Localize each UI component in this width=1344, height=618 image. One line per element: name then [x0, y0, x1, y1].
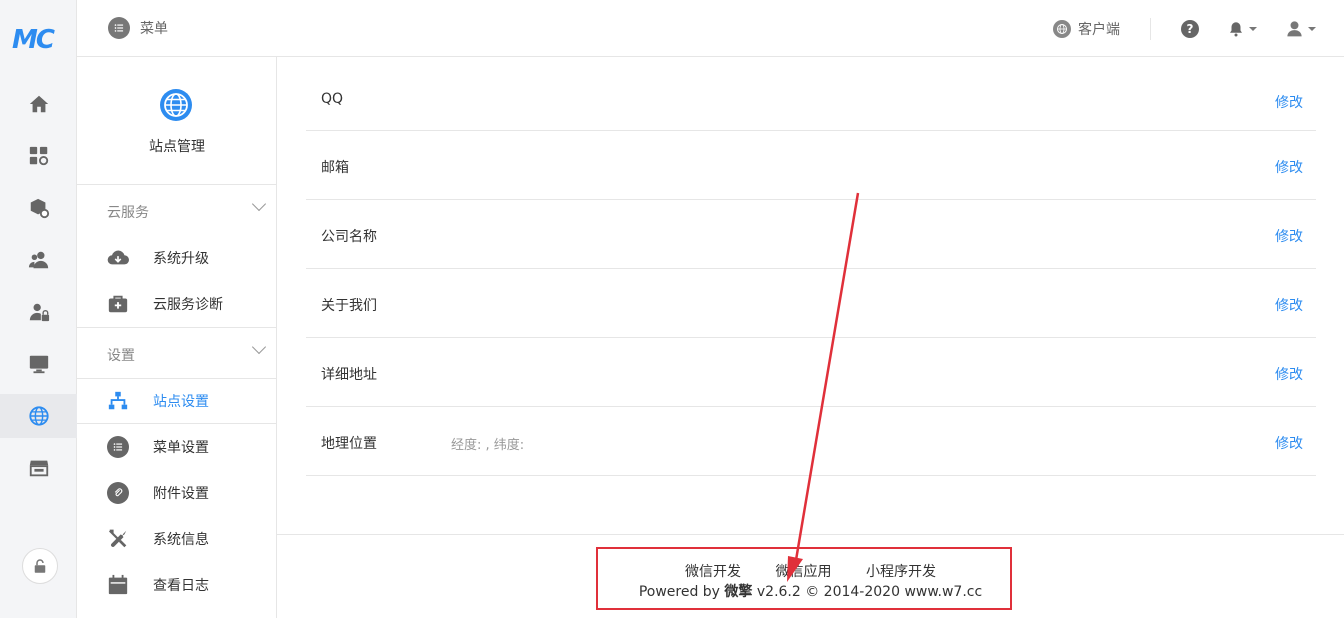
- bell-icon: [1230, 21, 1242, 36]
- sidebar-item-attachment-settings[interactable]: 附件设置: [77, 470, 276, 516]
- chevron-down-icon: [1249, 26, 1257, 31]
- list-icon: [107, 436, 129, 458]
- setting-key: 地理位置: [321, 436, 377, 452]
- site-header: 站点管理: [77, 57, 276, 185]
- globe-icon[interactable]: [0, 394, 77, 438]
- site-title: 站点管理: [149, 139, 205, 155]
- client-link[interactable]: 客户端: [1053, 17, 1151, 40]
- edit-link[interactable]: 修改: [1275, 157, 1303, 177]
- cloud-download-icon: [107, 247, 129, 269]
- lock-icon[interactable]: [22, 548, 58, 584]
- secondary-sidebar: 站点管理 云服务 系统升级 云服务诊断 设置 站点设置 菜单设置 附件设置 系统…: [77, 57, 277, 618]
- question-icon: ?: [1181, 19, 1199, 38]
- menu-toggle[interactable]: 菜单: [108, 17, 168, 39]
- user-lock-icon[interactable]: [0, 290, 77, 334]
- store-icon[interactable]: [0, 446, 77, 490]
- sidebar-item-label: 站点设置: [153, 394, 209, 410]
- paperclip-icon: [107, 482, 129, 504]
- group-title: 设置: [107, 348, 135, 364]
- sidebar-item-site-settings[interactable]: 站点设置: [77, 378, 276, 424]
- user-menu-button[interactable]: [1285, 19, 1316, 38]
- calendar-icon: [107, 574, 129, 596]
- medical-kit-icon: [107, 293, 129, 315]
- setting-key: 关于我们: [321, 298, 377, 314]
- group-cloud-service[interactable]: 云服务: [77, 185, 276, 235]
- edit-link[interactable]: 修改: [1275, 226, 1303, 246]
- sitemap-icon: [107, 390, 129, 412]
- user-icon: [1287, 21, 1302, 37]
- sidebar-item-system-upgrade[interactable]: 系统升级: [77, 235, 276, 281]
- site-settings-panel: QQ 修改 邮箱 修改 公司名称 修改 关于我们 修改 详细地址 修改 地理位置…: [277, 57, 1344, 535]
- setting-key: 邮箱: [321, 160, 349, 176]
- annotation-highlight-box: [596, 547, 1012, 610]
- chevron-down-icon: [1308, 26, 1316, 31]
- sidebar-item-label: 附件设置: [153, 486, 209, 502]
- setting-value: 经度: , 纬度:: [451, 438, 525, 453]
- list-icon: [108, 17, 130, 39]
- users-icon[interactable]: [0, 238, 77, 282]
- apps-icon[interactable]: [0, 134, 77, 178]
- sidebar-item-label: 系统升级: [153, 251, 209, 267]
- top-right-actions: 客户端 ?: [1053, 0, 1344, 57]
- sidebar-item-menu-settings[interactable]: 菜单设置: [77, 424, 276, 470]
- edit-link[interactable]: 修改: [1275, 433, 1303, 453]
- sidebar-item-label: 菜单设置: [153, 440, 209, 456]
- client-label: 客户端: [1078, 21, 1120, 38]
- settings-row-email: 邮箱 修改: [306, 131, 1316, 200]
- edit-link[interactable]: 修改: [1275, 92, 1303, 112]
- module-settings-icon[interactable]: [0, 186, 77, 230]
- monitor-icon[interactable]: [0, 342, 77, 386]
- globe-icon: [1053, 19, 1071, 38]
- sidebar-item-label: 云服务诊断: [153, 297, 223, 313]
- setting-key: 公司名称: [321, 229, 377, 245]
- globe-icon: [160, 89, 192, 121]
- home-icon[interactable]: [0, 82, 77, 126]
- settings-row-company-name: 公司名称 修改: [306, 200, 1316, 269]
- settings-row-address: 详细地址 修改: [306, 338, 1316, 407]
- sidebar-item-label: 查看日志: [153, 578, 209, 594]
- group-settings[interactable]: 设置: [77, 328, 276, 378]
- sidebar-item-label: 系统信息: [153, 532, 209, 548]
- sidebar-item-cloud-diagnosis[interactable]: 云服务诊断: [77, 281, 276, 327]
- sidebar-item-system-info[interactable]: 系统信息: [77, 516, 276, 562]
- icon-rail: MC: [0, 0, 77, 618]
- edit-link[interactable]: 修改: [1275, 364, 1303, 384]
- chevron-down-icon: [251, 339, 267, 355]
- settings-row-location: 地理位置 经度: , 纬度: 修改: [306, 407, 1316, 476]
- top-bar: 菜单 客户端 ?: [77, 0, 1344, 57]
- setting-key: QQ: [321, 91, 344, 107]
- notifications-button[interactable]: [1227, 20, 1257, 38]
- brand-logo[interactable]: MC: [12, 25, 64, 55]
- app-window: MC 菜单 客户端 ? 站点管理 云服务 系统升级 云服务诊断 设置 站点设置 …: [0, 0, 1344, 618]
- edit-link[interactable]: 修改: [1275, 295, 1303, 315]
- settings-row-about-us: 关于我们 修改: [306, 269, 1316, 338]
- help-button[interactable]: ?: [1181, 19, 1199, 38]
- sidebar-item-view-logs[interactable]: 查看日志: [77, 562, 276, 608]
- menu-label: 菜单: [140, 21, 168, 37]
- setting-key: 详细地址: [321, 367, 377, 383]
- chevron-down-icon: [251, 196, 267, 212]
- settings-row-qq: QQ 修改: [306, 61, 1316, 131]
- group-title: 云服务: [107, 205, 149, 221]
- tools-icon: [107, 528, 129, 550]
